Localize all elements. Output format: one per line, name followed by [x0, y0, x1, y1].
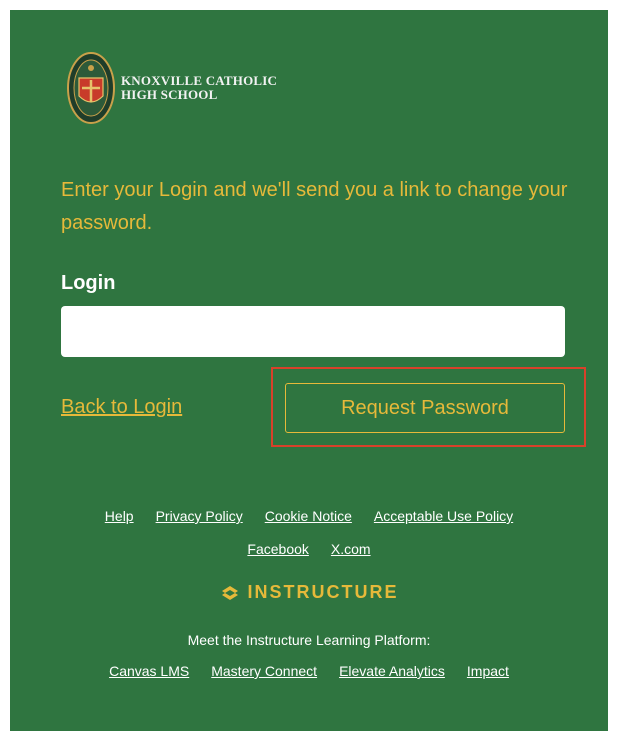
footer-links-row1: Help Privacy Policy Cookie Notice Accept…	[10, 508, 608, 524]
instructure-logo-icon	[221, 585, 238, 600]
canvas-lms-link[interactable]: Canvas LMS	[109, 663, 189, 679]
cookie-notice-link[interactable]: Cookie Notice	[265, 508, 352, 524]
footer-links-row3: Canvas LMS Mastery Connect Elevate Analy…	[10, 663, 608, 679]
school-name-line2: HIGH SCHOOL	[121, 87, 218, 102]
instructions-text: Enter your Login and we'll send you a li…	[61, 179, 568, 234]
login-panel: KNOXVILLE CATHOLIC HIGH SCHOOL Enter you…	[10, 10, 608, 731]
school-seal-icon	[67, 52, 115, 124]
login-input[interactable]	[61, 306, 565, 357]
x-com-link[interactable]: X.com	[331, 541, 371, 557]
school-name-line1: KNOXVILLE CATHOLIC	[121, 73, 278, 88]
platform-text: Meet the Instructure Learning Platform:	[187, 632, 431, 648]
help-link[interactable]: Help	[105, 508, 134, 524]
acceptable-use-policy-link[interactable]: Acceptable Use Policy	[374, 508, 513, 524]
login-label: Login	[61, 272, 116, 294]
facebook-link[interactable]: Facebook	[247, 541, 308, 557]
school-logo[interactable]: KNOXVILLE CATHOLIC HIGH SCHOOL	[67, 52, 277, 124]
request-password-button[interactable]: Request Password	[285, 383, 565, 433]
school-name: KNOXVILLE CATHOLIC HIGH SCHOOL	[121, 74, 277, 102]
footer-links-row2: Facebook X.com	[10, 541, 608, 557]
privacy-policy-link[interactable]: Privacy Policy	[156, 508, 243, 524]
back-to-login-link[interactable]: Back to Login	[61, 396, 182, 419]
instructure-wordmark: INSTRUCTURE	[247, 582, 399, 602]
elevate-analytics-link[interactable]: Elevate Analytics	[339, 663, 445, 679]
mastery-connect-link[interactable]: Mastery Connect	[211, 663, 317, 679]
instructure-brand[interactable]: INSTRUCTURE	[10, 582, 608, 603]
impact-link[interactable]: Impact	[467, 663, 509, 679]
